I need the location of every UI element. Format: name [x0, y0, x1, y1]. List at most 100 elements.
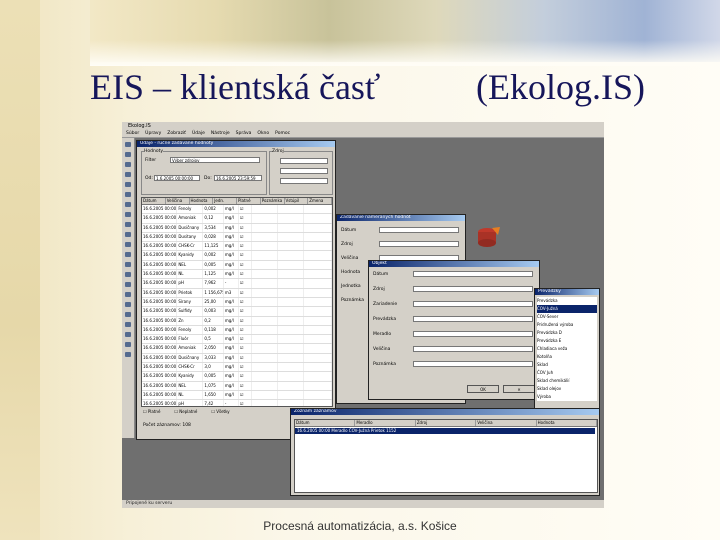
valid-checkbox[interactable]: ☑ [239, 307, 252, 316]
object-window[interactable]: Objekt Dátum Zdroj Zariadenie Prevádzka Mera… [368, 260, 540, 400]
valid-checkbox[interactable]: ☑ [239, 400, 252, 406]
source-field-3[interactable] [280, 178, 328, 184]
table-row[interactable]: 16.6.2005 00:00:00Amoniak2,050mg/l☑ [142, 344, 332, 354]
table-row[interactable]: 16.6.2005 00:00:00NL1,125mg/l☑ [142, 270, 332, 280]
valid-checkbox[interactable]: ☑ [239, 242, 252, 251]
table-row[interactable]: 16.6.2005 00:00:00pH7,42-☑ [142, 400, 332, 406]
valid-checkbox[interactable]: ☑ [239, 363, 252, 372]
menu-bar[interactable]: Súbor Úpravy Zobraziť Údaje Nástroje Správa Ok… [122, 130, 604, 138]
table-row[interactable]: 16.6.2005 00:00:00CHSK-Cr11,125mg/l☑ [142, 242, 332, 252]
toolbar-button-icon[interactable] [125, 322, 131, 327]
valid-checkbox[interactable]: ☑ [239, 325, 252, 335]
table-row[interactable]: 16.6.2005 00:00:00Fluór0,5mg/l☑ [142, 335, 332, 345]
list-item[interactable]: ČOV Juh [537, 369, 597, 377]
valid-checkbox[interactable]: ☑ [239, 288, 252, 297]
operations-list[interactable]: Prevádzka ČOV-Južná ČOV-Sever Pridružená vý… [537, 297, 597, 401]
grid-column-header[interactable]: Vstúpil [285, 198, 309, 204]
list-item[interactable]: Pridružená výroba [537, 321, 597, 329]
object-field-input[interactable] [413, 331, 533, 337]
toolbar-button-icon[interactable] [125, 332, 131, 337]
from-date-field[interactable]: 1.6.2005 00:00:00 [154, 175, 200, 181]
list-item[interactable]: ČOV-Južná [537, 305, 597, 313]
list-item[interactable]: Sklad [537, 361, 597, 369]
list-item[interactable]: Sklad chemikálií [537, 377, 597, 385]
toolbar-button-icon[interactable] [125, 202, 131, 207]
grid-column-header[interactable]: Veličina [476, 420, 537, 426]
table-row[interactable]: 16.6.2005 00:00:00Prietok1 156,675m3☑ [142, 288, 332, 298]
valid-checkbox[interactable]: ☑ [239, 297, 252, 307]
list-item[interactable]: Prevádzka [537, 297, 597, 305]
table-row[interactable]: 16.6.2005 00:00:00Fenoly0,002mg/l☑ [142, 205, 332, 215]
valid-checkbox[interactable]: ☑ [239, 390, 252, 400]
table-row[interactable]: 16.6.2005 00:00:00CHSK-Cr3,0mg/l☑ [142, 363, 332, 373]
valid-checkbox[interactable]: ☑ [239, 279, 252, 288]
table-row[interactable]: 16.6.2005 00:00:00Dusitany0,028mg/l☑ [142, 232, 332, 243]
valid-checkbox[interactable]: ☑ [239, 344, 252, 353]
menu-item[interactable]: Údaje [192, 130, 205, 137]
grid-column-header[interactable]: Veličina [166, 198, 190, 204]
cancel-button[interactable]: ✕ [503, 385, 535, 393]
validity-checkboxes[interactable]: ☐ Platné ☐ Neplatné ☐ Všetky [143, 409, 230, 414]
grid-column-header[interactable]: Zmena [308, 198, 332, 204]
toolbar-button-icon[interactable] [125, 242, 131, 247]
valid-checkbox[interactable]: ☑ [239, 214, 252, 223]
menu-item[interactable]: Zobraziť [167, 130, 186, 137]
source-field-2[interactable] [280, 168, 328, 174]
toolbar-button-icon[interactable] [125, 142, 131, 147]
toolbar-button-icon[interactable] [125, 282, 131, 287]
toolbar-button-icon[interactable] [125, 312, 131, 317]
toolbar-button-icon[interactable] [125, 292, 131, 297]
table-row[interactable]: 16.6.2005 00:00:00Sírany25,00mg/l☑ [142, 297, 332, 308]
menu-item[interactable]: Úpravy [145, 130, 161, 137]
toolbar-button-icon[interactable] [125, 262, 131, 267]
table-row[interactable]: 16.6.2005 00:00:00Fenoly0,118mg/l☑ [142, 325, 332, 336]
list-item[interactable]: Výroba [537, 393, 597, 401]
table-row[interactable]: 16.6.2005 00:00:00Kyanidy0,002mg/l☑ [142, 251, 332, 261]
valid-checkbox[interactable]: ☑ [239, 372, 252, 381]
menu-item[interactable]: Správa [236, 130, 252, 137]
object-field-input[interactable] [413, 361, 533, 367]
values-grid[interactable]: Dátum Veličina Hodnota Jedn. Platné Poznámka V… [141, 197, 333, 407]
records-window[interactable]: Zoznam záznamov Dátum Meradlo Zdroj Veličin… [290, 408, 600, 496]
valid-checkbox[interactable]: ☑ [239, 223, 252, 232]
list-item[interactable]: Chladiaca veža [537, 345, 597, 353]
to-date-field[interactable]: 16.6.2005 23:59:59 [214, 175, 262, 181]
table-row[interactable]: 16.6.2005 00:00:00Dusičnany3,534mg/l☑ [142, 223, 332, 233]
valid-checkbox[interactable]: ☑ [239, 381, 252, 390]
records-grid[interactable]: Dátum Meradlo Zdroj Veličina Hodnota 16.6.20… [294, 419, 598, 493]
filter-field[interactable]: Výber zdrojov [170, 157, 260, 163]
table-row[interactable]: 16.6.2005 00:00:00Zn0,2mg/l☑ [142, 316, 332, 326]
values-grid-body[interactable]: 16.6.2005 00:00:00Fenoly0,002mg/l☑ 16.6.2… [142, 205, 332, 406]
list-item[interactable]: Sklad olejov [537, 385, 597, 393]
grid-column-header[interactable]: Poznámka [261, 198, 285, 204]
toolbar-button-icon[interactable] [125, 342, 131, 347]
toolbar-button-icon[interactable] [125, 272, 131, 277]
valid-checkbox[interactable]: ☑ [239, 260, 252, 270]
list-item[interactable]: Prevádzka D [537, 329, 597, 337]
table-row[interactable]: 16.6.2005 00:00:00Sulfidy0,003mg/l☑ [142, 307, 332, 317]
menu-item[interactable]: Okno [257, 130, 269, 137]
grid-column-header[interactable]: Meradlo [355, 420, 416, 426]
toolbar-button-icon[interactable] [125, 182, 131, 187]
menu-item[interactable]: Nástroje [211, 130, 230, 137]
toolbar-button-icon[interactable] [125, 252, 131, 257]
table-row[interactable]: 16.6.2005 00:00:00Dusičnany3,033mg/l☑ [142, 353, 332, 364]
grid-column-header[interactable]: Jedn. [213, 198, 237, 204]
list-item[interactable]: Prevádzka E [537, 337, 597, 345]
object-field-input[interactable] [413, 346, 533, 352]
object-field-input[interactable] [413, 271, 533, 277]
valid-checkbox[interactable]: ☑ [239, 205, 252, 214]
detail-field-input[interactable] [379, 227, 459, 233]
table-row[interactable]: 16.6.2005 00:00:00pH7,962-☑ [142, 279, 332, 289]
list-item[interactable]: Kotolňa [537, 353, 597, 361]
detail-field-input[interactable] [379, 241, 459, 247]
table-row[interactable]: 16.6.2005 00:00:00NEL1,075mg/l☑ [142, 381, 332, 391]
toolbar-button-icon[interactable] [125, 172, 131, 177]
table-row[interactable]: 16.6.2005 00:00:00NL1,650mg/l☑ [142, 390, 332, 401]
filter-checkbox[interactable]: ☐ Neplatné [174, 409, 197, 414]
table-row[interactable]: 16.6.2005 00:00:00NEL0,005mg/l☑ [142, 260, 332, 271]
grid-column-header[interactable]: Hodnota [190, 198, 214, 204]
toolbar-button-icon[interactable] [125, 212, 131, 217]
toolbar-button-icon[interactable] [125, 352, 131, 357]
list-item[interactable]: ČOV-Sever [537, 313, 597, 321]
